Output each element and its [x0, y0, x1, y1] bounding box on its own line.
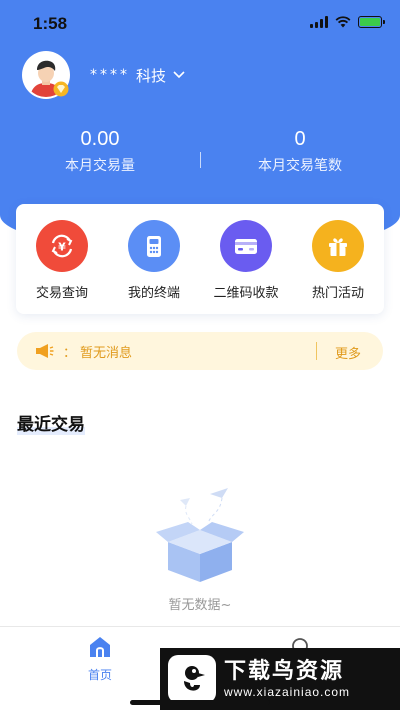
tab-home[interactable]: 首页: [70, 635, 130, 683]
status-icons: [310, 16, 385, 28]
quick-action-label: 热门活动: [311, 286, 364, 301]
chevron-down-icon: [173, 71, 185, 79]
profile-header[interactable]: **** 科技: [22, 51, 186, 99]
megaphone-icon: [36, 344, 54, 358]
stat-transaction-count: 0 本月交易笔数: [200, 128, 400, 175]
pos-terminal-icon: [128, 220, 180, 272]
qr-payment-card-icon: [220, 220, 272, 272]
battery-charging-icon: [358, 16, 385, 28]
notice-more-link[interactable]: 更多: [335, 343, 361, 362]
stat-transaction-volume: 0.00 本月交易量: [0, 128, 200, 175]
company-selector[interactable]: **** 科技: [90, 65, 186, 86]
wifi-icon: [335, 16, 351, 28]
notice-colon: ：: [63, 345, 77, 361]
watermark-title: 下载鸟资源: [224, 659, 345, 684]
watermark-url: www.xiazainiao.com: [224, 685, 351, 699]
quick-action-label: 我的终端: [127, 286, 180, 301]
company-name-suffix: 科技: [136, 66, 167, 85]
company-name-masked: ****: [90, 67, 130, 83]
stat-value: 0: [294, 128, 306, 150]
home-indicator: [130, 700, 270, 705]
recent-transactions-title: 最近交易: [17, 410, 85, 435]
empty-state-text: 暂无数据~: [168, 598, 232, 613]
quick-action-label: 二维码收款: [213, 286, 279, 301]
empty-box-icon: [156, 488, 244, 582]
stat-label: 本月交易笔数: [258, 158, 342, 174]
quick-action-hot-events[interactable]: 热门活动: [293, 220, 383, 314]
quick-action-transaction-query[interactable]: ¥ 交易查询: [17, 220, 107, 314]
stat-value: 0.00: [80, 128, 120, 150]
notice-divider: [316, 342, 317, 360]
vip-diamond-badge-icon: [53, 81, 69, 97]
monthly-stats: 0.00 本月交易量 0 本月交易笔数: [0, 128, 400, 175]
status-bar: 1:58: [0, 0, 400, 48]
home-icon: [90, 637, 110, 657]
gift-icon: [312, 220, 364, 272]
bird-logo-icon: [168, 655, 216, 703]
quick-action-label: 交易查询: [35, 286, 88, 301]
tab-label: 首页: [87, 668, 112, 682]
svg-text:¥: ¥: [58, 241, 66, 254]
quick-action-qr-payment[interactable]: 二维码收款: [201, 220, 291, 314]
transaction-query-icon: ¥: [36, 220, 88, 272]
notice-text: 暂无消息: [80, 345, 133, 361]
status-time: 1:58: [33, 14, 68, 33]
quick-actions-card: ¥ 交易查询 我的终端 二维码收款 热门活动: [16, 204, 384, 314]
stat-divider: [200, 152, 201, 168]
quick-action-my-terminal[interactable]: 我的终端: [109, 220, 199, 314]
notice-bar[interactable]: ： 暂无消息 更多: [17, 332, 383, 370]
stat-label: 本月交易量: [65, 158, 135, 174]
cellular-signal-icon: [310, 16, 328, 28]
